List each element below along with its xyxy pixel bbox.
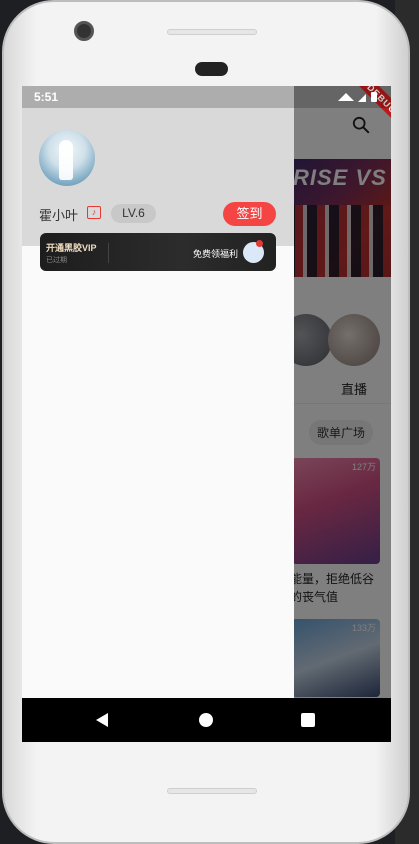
signal-icon — [358, 94, 366, 102]
front-camera — [74, 21, 94, 41]
vip-card[interactable]: 开通黑胶VIP 已过期 免费领福利 — [40, 233, 276, 271]
vip-divider — [108, 243, 109, 263]
username[interactable]: 霍小叶 — [39, 205, 78, 224]
wifi-icon — [338, 93, 354, 101]
sign-in-button[interactable]: 签到 — [223, 202, 276, 226]
battery-icon — [371, 92, 377, 102]
avatar-figure — [59, 140, 73, 180]
vip-status: 已过期 — [46, 257, 67, 264]
drawer-header: 霍小叶 ♪ LV.6 签到 — [22, 86, 294, 246]
vip-benefit-label[interactable]: 免费领福利 — [193, 247, 238, 260]
back-icon[interactable] — [96, 713, 108, 727]
home-icon[interactable] — [199, 713, 213, 727]
vip-title: 开通黑胶VIP — [46, 243, 97, 253]
bottom-speaker — [167, 788, 257, 794]
status-time: 5:51 — [34, 90, 59, 104]
status-icons — [338, 92, 377, 102]
earpiece-speaker — [167, 29, 257, 35]
avatar[interactable] — [39, 130, 95, 186]
level-badge[interactable]: LV.6 — [111, 204, 156, 223]
notification-dot — [256, 240, 263, 247]
music-badge-icon: ♪ — [87, 206, 101, 219]
system-nav-bar — [22, 698, 391, 742]
status-bar: 5:51 — [22, 86, 391, 108]
proximity-sensor — [195, 62, 228, 76]
navigation-drawer: 霍小叶 ♪ LV.6 签到 开通黑胶VIP 已过期 免费领福利 — [22, 86, 294, 698]
device-screen: 题 RISE VS 直播 歌单广场 127万 能量，拒绝低谷 的丧气值 133万… — [22, 86, 391, 742]
recent-apps-icon[interactable] — [301, 713, 315, 727]
